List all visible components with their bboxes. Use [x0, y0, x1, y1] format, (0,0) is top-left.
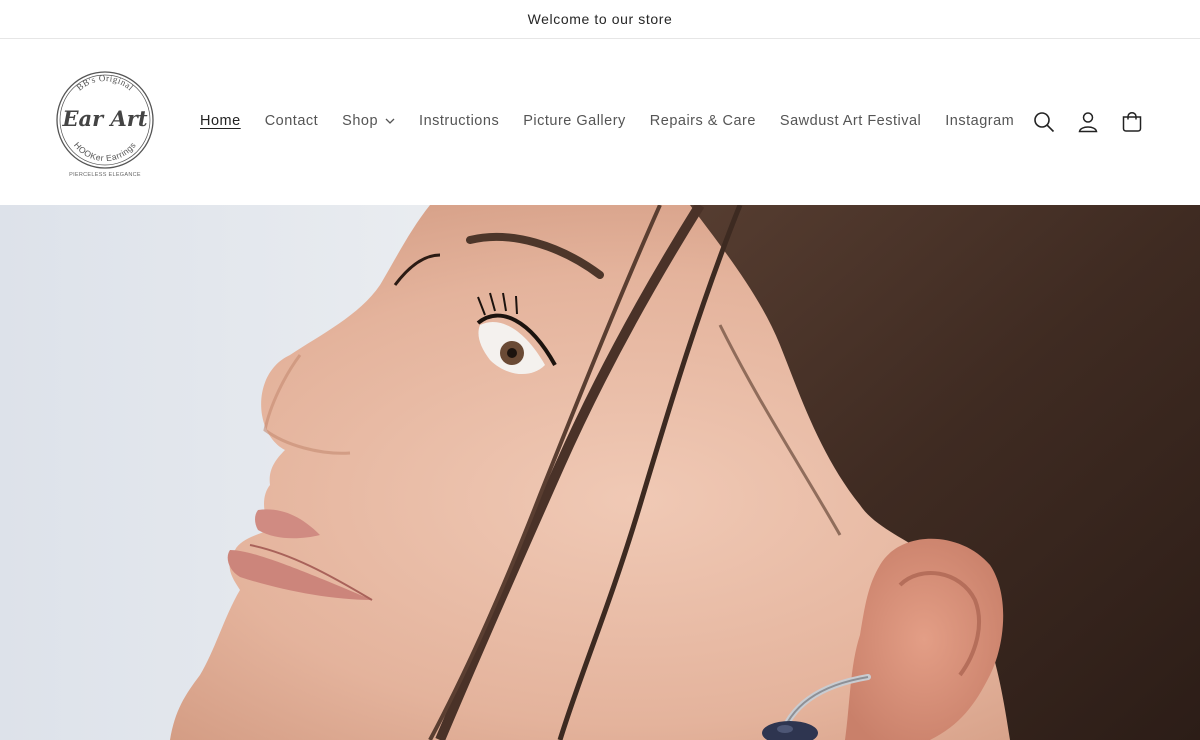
announcement-bar: Welcome to our store	[0, 0, 1200, 39]
main-nav: Home Contact Shop Instructions Picture G…	[200, 110, 1038, 132]
nav-contact[interactable]: Contact	[265, 110, 318, 132]
nav-repairs-care[interactable]: Repairs & Care	[650, 110, 756, 132]
logo-main-text: Ear Art	[61, 106, 147, 131]
logo-bottom-text: HOOKer Earrings	[72, 140, 138, 163]
site-header: BB's Original Ear Art HOOKer Earrings PI…	[0, 39, 1200, 205]
nav-instructions-label: Instructions	[419, 113, 500, 129]
nav-instagram-label: Instagram	[945, 113, 1015, 129]
search-icon[interactable]	[1032, 110, 1056, 134]
svg-text:HOOKer Earrings: HOOKer Earrings	[72, 140, 138, 163]
nav-sawdust-art-festival-label: Sawdust Art Festival	[779, 113, 922, 129]
logo-tagline: PIERCELESS ELEGANCE	[69, 172, 141, 178]
svg-text:BB's Original: BB's Original	[75, 73, 136, 93]
announcement-text: Welcome to our store	[527, 11, 673, 27]
header-icons	[1032, 110, 1144, 134]
chevron-down-icon	[385, 118, 395, 124]
logo-top-text: BB's Original	[75, 73, 136, 93]
logo-badge: BB's Original Ear Art HOOKer Earrings PI…	[56, 71, 154, 178]
nav-instructions[interactable]: Instructions	[419, 110, 499, 132]
nav-shop-label: Shop	[342, 113, 379, 129]
store-logo[interactable]: BB's Original Ear Art HOOKer Earrings PI…	[52, 64, 158, 180]
nav-shop[interactable]: Shop	[342, 110, 395, 132]
nav-picture-gallery[interactable]: Picture Gallery	[523, 110, 626, 132]
nav-picture-gallery-label: Picture Gallery	[523, 113, 626, 129]
nav-home[interactable]: Home	[200, 110, 241, 132]
nav-sawdust-art-festival[interactable]: Sawdust Art Festival	[780, 110, 921, 132]
hero-banner	[0, 205, 1200, 740]
nav-instagram[interactable]: Instagram	[945, 110, 1014, 132]
nav-home-label: Home	[200, 113, 241, 129]
hero-image	[0, 205, 1200, 740]
cart-icon[interactable]	[1120, 110, 1144, 134]
account-icon[interactable]	[1076, 110, 1100, 134]
nav-repairs-care-label: Repairs & Care	[649, 113, 756, 129]
nav-contact-label: Contact	[264, 113, 319, 129]
